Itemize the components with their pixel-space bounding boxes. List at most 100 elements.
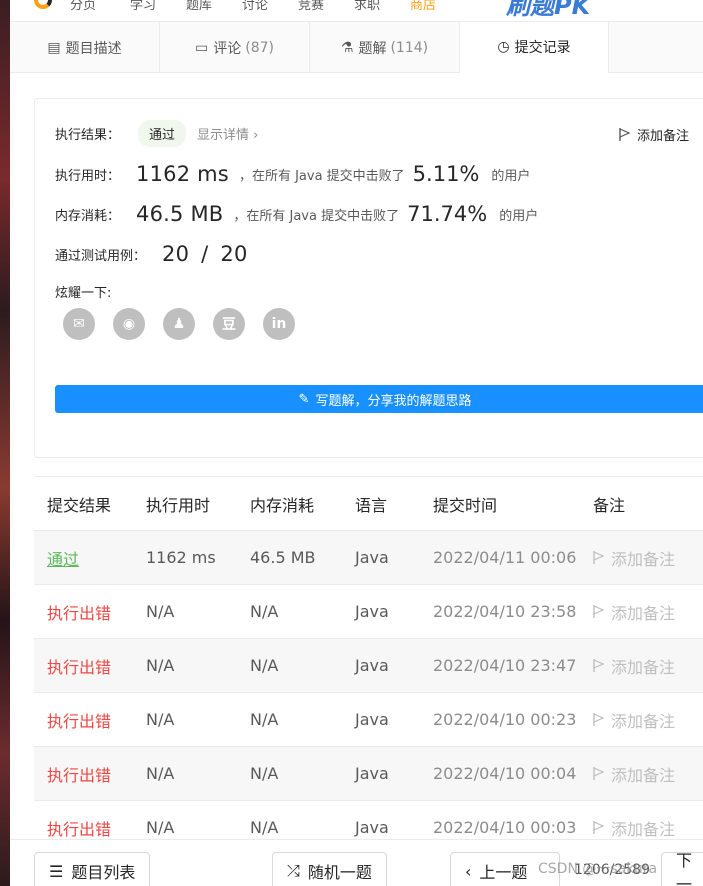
nav-item-1[interactable]: 学习 xyxy=(130,0,156,13)
header-note: 备注 xyxy=(593,495,626,515)
memory-cell: N/A xyxy=(250,818,279,837)
runtime-cell: N/A xyxy=(146,602,175,621)
submission-status-link[interactable]: 通过 xyxy=(47,550,79,569)
nav-item-0[interactable]: 分页 xyxy=(70,0,96,13)
memory-text: ，在所有 Java 提交中击败了 xyxy=(233,208,400,224)
language-cell: Java xyxy=(355,818,389,837)
nav-item-2[interactable]: 题库 xyxy=(186,0,212,13)
desktop-background-strip xyxy=(0,0,10,886)
runtime-cell: N/A xyxy=(146,710,175,729)
add-note-cell[interactable]: 添加备注 xyxy=(593,816,703,840)
add-note-cell[interactable]: 添加备注 xyxy=(593,762,703,786)
nav-item-6[interactable]: 商店 xyxy=(410,0,436,13)
submission-status-link[interactable]: 执行出错 xyxy=(47,820,111,839)
submission-status-link[interactable]: 执行出错 xyxy=(47,766,111,785)
nav-item-4[interactable]: 竞赛 xyxy=(298,0,324,13)
add-note-cell[interactable]: 添加备注 xyxy=(593,546,703,570)
leetcode-logo-icon[interactable] xyxy=(34,0,52,9)
memory-cell: N/A xyxy=(250,764,279,783)
submitted-time-cell: 2022/04/10 00:04 xyxy=(433,764,577,783)
add-note-cell[interactable]: 添加备注 xyxy=(593,654,703,678)
header-language: 语言 xyxy=(355,495,388,515)
flag-icon xyxy=(593,605,604,618)
flag-icon xyxy=(593,659,604,672)
problem-list-button[interactable]: ☰ 题目列表 xyxy=(34,852,151,886)
memory-cell: N/A xyxy=(250,710,279,729)
add-note-label: 添加备注 xyxy=(611,657,676,677)
leetcode-window: 分页 学习 题库 讨论 竞赛 求职 商店 刷题PK ▤ 题目描述 ▭ 评论 (8… xyxy=(10,0,703,886)
top-navigation: 分页 学习 题库 讨论 竞赛 求职 商店 刷题PK xyxy=(10,0,703,22)
flag-icon xyxy=(593,821,604,834)
nav-item-5[interactable]: 求职 xyxy=(354,0,380,13)
share-buttons: ✉ ◉ ♟ 豆 in xyxy=(63,308,313,340)
qq-icon[interactable]: ♟ xyxy=(163,308,195,340)
write-solution-button[interactable]: ✎ 写题解，分享我的解题思路 xyxy=(55,385,703,413)
pk-banner[interactable]: 刷题PK xyxy=(506,0,590,21)
memory-cell: N/A xyxy=(250,656,279,675)
shuffle-icon: ⤮ xyxy=(287,861,300,880)
tab-label: 题目描述 xyxy=(65,40,122,57)
tab-solutions[interactable]: ⚗ 题解 (114) xyxy=(310,22,460,73)
linkedin-icon[interactable]: in xyxy=(263,308,295,340)
add-note-cell[interactable]: 添加备注 xyxy=(593,600,703,624)
pencil-icon: ✎ xyxy=(298,391,310,407)
tab-comments[interactable]: ▭ 评论 (87) xyxy=(160,22,310,73)
memory-cell: 46.5 MB xyxy=(250,548,316,567)
runtime-label: 执行用时： xyxy=(55,168,121,184)
douban-icon[interactable]: 豆 xyxy=(213,308,245,340)
flask-icon: ⚗ xyxy=(340,39,354,56)
tab-label: 题解 xyxy=(358,40,387,57)
chevron-left-icon: ‹ xyxy=(465,861,472,881)
tab-submissions[interactable]: ◷ 提交记录 xyxy=(460,22,609,73)
table-row: 执行出错 N/A N/A Java 2022/04/10 23:58 添加备注 xyxy=(34,585,703,639)
header-status: 提交结果 xyxy=(47,495,112,515)
header-runtime: 执行用时 xyxy=(146,495,211,515)
comment-icon: ▭ xyxy=(195,39,209,56)
add-note-cell[interactable]: 添加备注 xyxy=(593,708,703,732)
testcases-label: 通过测试用例： xyxy=(55,248,147,264)
submitted-time-cell: 2022/04/11 00:06 xyxy=(433,548,577,567)
runtime-cell: N/A xyxy=(146,656,175,675)
table-row: 通过 1162 ms 46.5 MB Java 2022/04/11 00:06 添加备注 xyxy=(34,531,703,585)
language-cell: Java xyxy=(355,602,389,621)
bottom-toolbar: ☰ 题目列表 ⤮ 随机一题 ‹ 上一题 1206/2589 下一 CSDN @一… xyxy=(10,839,703,886)
wechat-icon[interactable]: ✉ xyxy=(63,308,95,340)
memory-cell: N/A xyxy=(250,602,279,621)
runtime-text: ，在所有 Java 提交中击败了 xyxy=(238,168,405,184)
submitted-time-cell: 2022/04/10 23:47 xyxy=(433,656,577,675)
runtime-cell: 1162 ms xyxy=(146,548,216,567)
table-header: 提交结果 执行用时 内存消耗 语言 提交时间 备注 xyxy=(34,477,703,531)
submission-status-link[interactable]: 执行出错 xyxy=(47,658,111,677)
runtime-cell: N/A xyxy=(146,818,175,837)
language-cell: Java xyxy=(355,548,389,567)
language-cell: Java xyxy=(355,656,389,675)
random-problem-label: 随机一题 xyxy=(307,863,372,882)
testcases-row: 通过测试用例： 20 / 20 xyxy=(55,239,258,269)
memory-row: 内存消耗： 46.5 MB ，在所有 Java 提交中击败了 71.74% 的用… xyxy=(55,199,538,229)
table-row: 执行出错 N/A N/A Java 2022/04/10 00:23 添加备注 xyxy=(34,693,703,747)
tab-description[interactable]: ▤ 题目描述 xyxy=(10,22,160,73)
add-note-label: 添加备注 xyxy=(611,711,676,731)
add-note-label: 添加备注 xyxy=(611,765,676,785)
next-problem-button[interactable]: 下一 xyxy=(661,851,703,886)
submitted-time-cell: 2022/04/10 00:03 xyxy=(433,818,577,837)
runtime-cell: N/A xyxy=(146,764,175,783)
memory-percent: 71.74% xyxy=(407,202,488,226)
submission-status-link[interactable]: 执行出错 xyxy=(47,604,111,623)
previous-problem-label: 上一题 xyxy=(479,863,528,882)
share-label: 炫耀一下: xyxy=(55,285,112,301)
write-solution-label: 写题解，分享我的解题思路 xyxy=(315,393,472,409)
show-details-link[interactable]: 显示详情 › xyxy=(197,124,258,143)
header-submitted: 提交时间 xyxy=(433,495,498,515)
add-note-button[interactable]: 添加备注 xyxy=(619,125,689,144)
memory-label: 内存消耗： xyxy=(55,208,121,224)
random-problem-button[interactable]: ⤮ 随机一题 xyxy=(272,852,387,886)
flag-icon xyxy=(619,128,630,141)
weibo-icon[interactable]: ◉ xyxy=(113,308,145,340)
clock-icon: ◷ xyxy=(497,39,510,55)
runtime-value: 1162 ms xyxy=(136,162,229,186)
submission-status-link[interactable]: 执行出错 xyxy=(47,712,111,731)
result-card: 执行结果： 通过 显示详情 › 添加备注 执行用时： 1162 ms ，在所有 … xyxy=(34,98,703,458)
submitted-time-cell: 2022/04/10 00:23 xyxy=(433,710,577,729)
nav-item-3[interactable]: 讨论 xyxy=(242,0,268,13)
